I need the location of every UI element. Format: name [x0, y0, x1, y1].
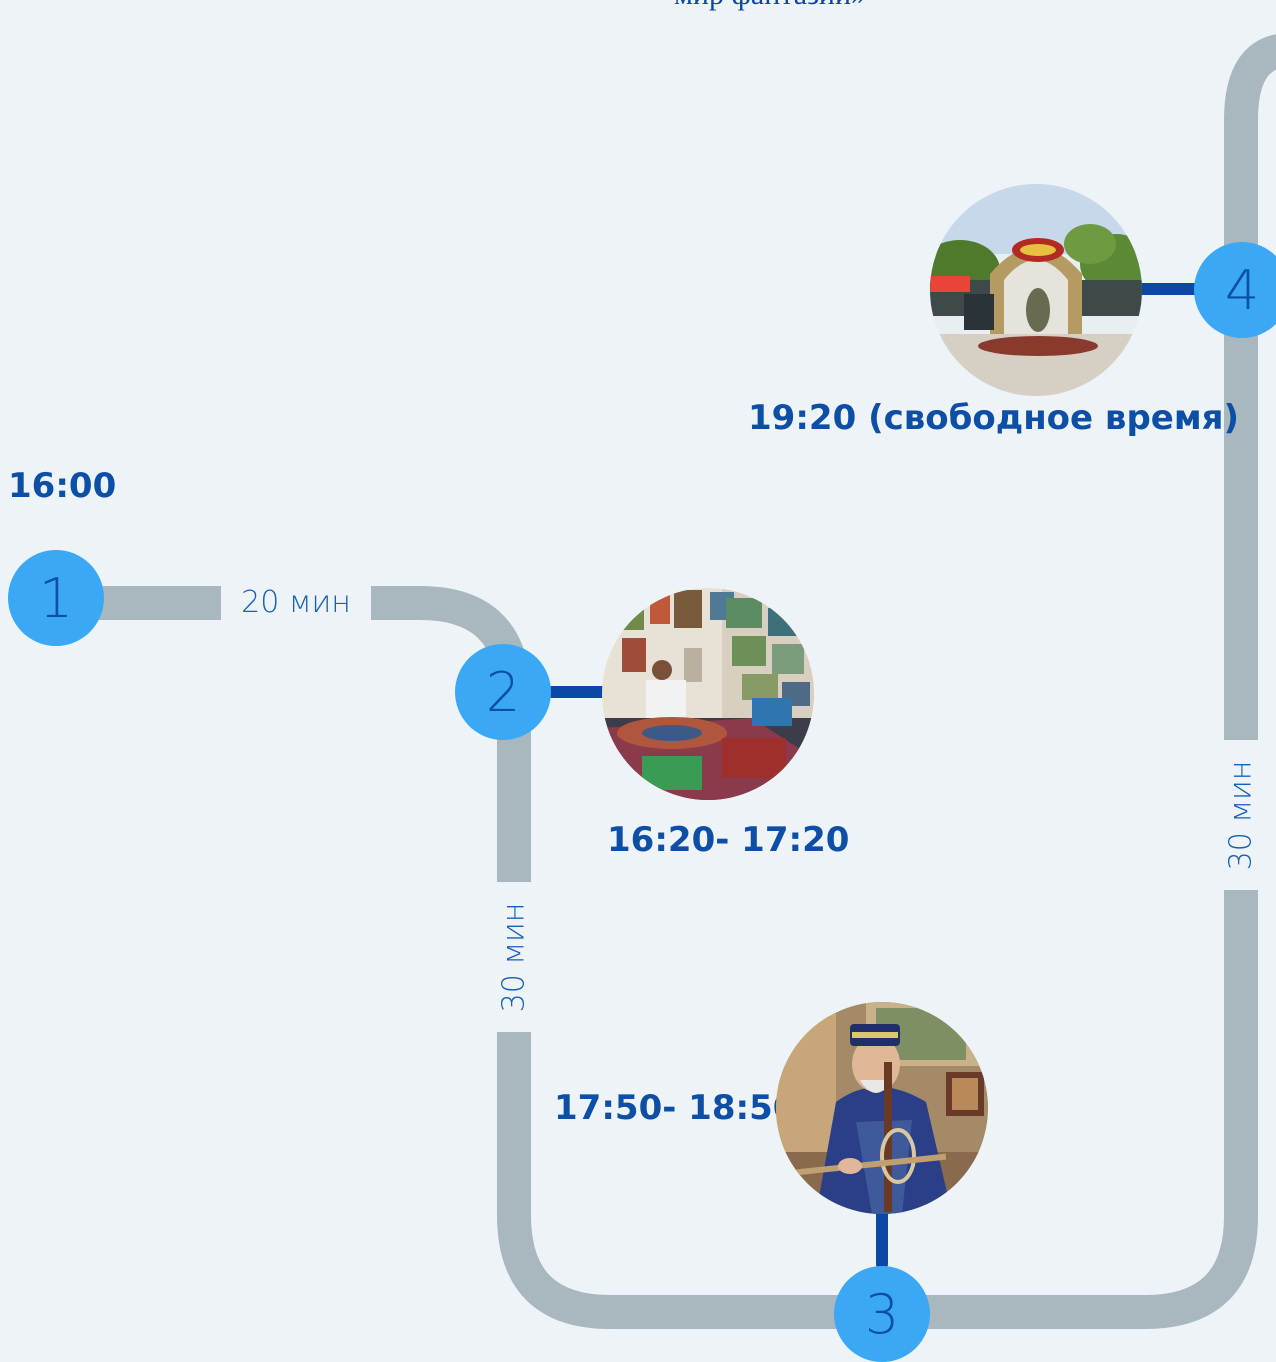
stop-3-time: 17:50- 18:50	[554, 1088, 797, 1128]
stop-4-time: 19:20 (свободное время)	[748, 398, 1240, 438]
stop-1-time: 16:00	[8, 466, 117, 506]
park-arch-photo	[930, 184, 1142, 396]
duration-label-2: 30 мин	[482, 882, 546, 1032]
stop-1-marker: 1	[8, 550, 104, 646]
stop-2-marker: 2	[455, 644, 551, 740]
stop-3-marker: 3	[834, 1266, 930, 1362]
art-gallery-photo	[602, 588, 814, 800]
musician-photo	[776, 1002, 988, 1214]
stop-2-time: 16:20- 17:20	[607, 820, 850, 860]
duration-label-1: 20 мин	[221, 562, 371, 642]
duration-label-3: 30 мин	[1196, 740, 1276, 890]
